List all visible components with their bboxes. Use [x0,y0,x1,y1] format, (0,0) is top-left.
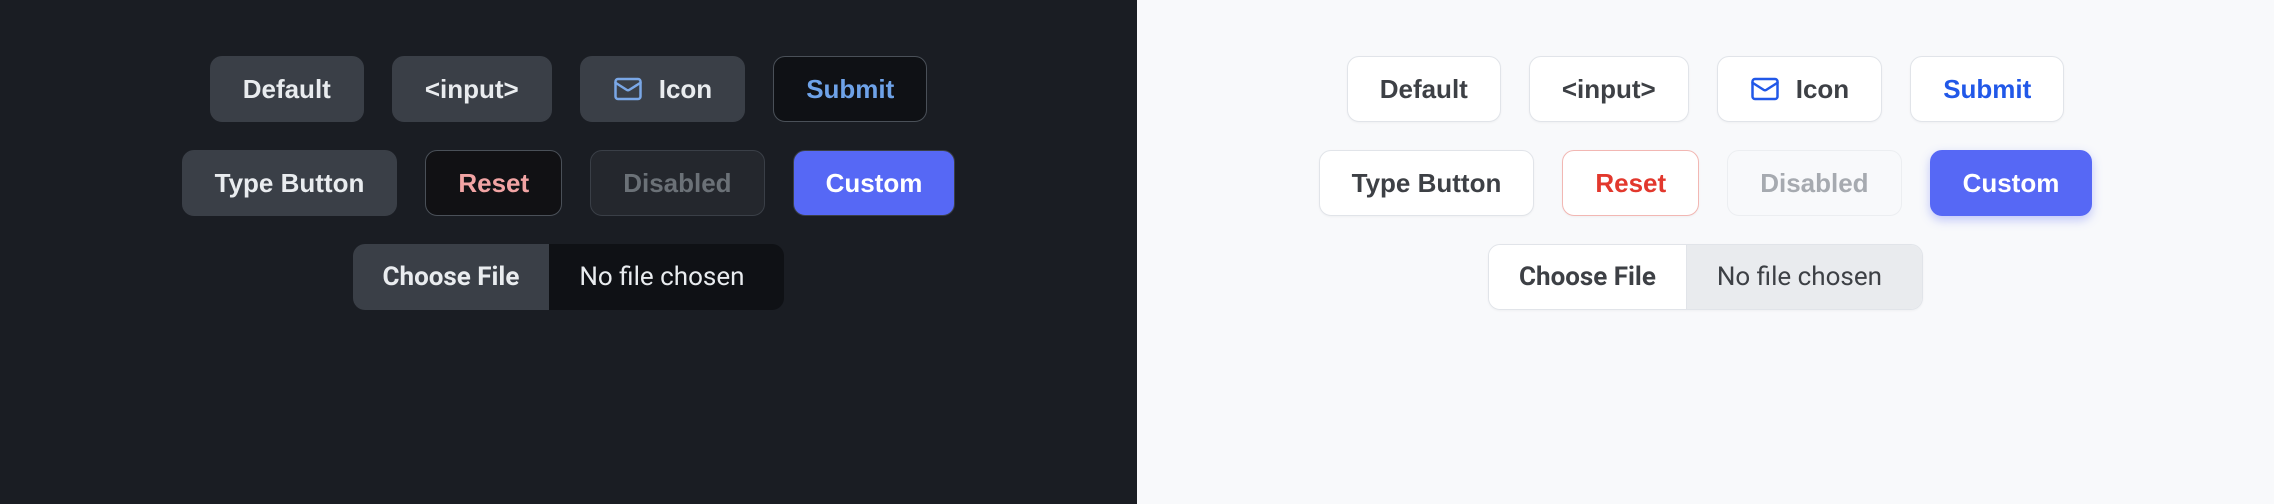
dark-theme-panel: Default <input> Icon Submit Type Button … [0,0,1137,504]
type-button[interactable]: Type Button [182,150,398,216]
default-button[interactable]: Default [210,56,364,122]
file-status-label: No file chosen [1687,245,1922,309]
icon-button[interactable]: Icon [580,56,745,122]
mail-icon [1750,74,1780,104]
input-button[interactable]: <input> [1529,56,1689,122]
file-status-label: No file chosen [549,244,784,310]
choose-file-button[interactable]: Choose File [1489,245,1687,309]
reset-button[interactable]: Reset [1562,150,1699,216]
file-row: Choose File No file chosen [1488,244,1923,310]
disabled-button: Disabled [590,150,764,216]
custom-button[interactable]: Custom [1930,150,2093,216]
button-row-1: Default <input> Icon Submit [1347,56,2065,122]
disabled-button: Disabled [1727,150,1901,216]
submit-button[interactable]: Submit [773,56,927,122]
button-row-2: Type Button Reset Disabled Custom [1319,150,2093,216]
light-theme-panel: Default <input> Icon Submit Type Button … [1137,0,2274,504]
file-input[interactable]: Choose File No file chosen [1488,244,1923,310]
icon-button[interactable]: Icon [1717,56,1882,122]
custom-button[interactable]: Custom [793,150,956,216]
choose-file-button[interactable]: Choose File [353,244,550,310]
submit-button[interactable]: Submit [1910,56,2064,122]
type-button[interactable]: Type Button [1319,150,1535,216]
file-row: Choose File No file chosen [353,244,785,310]
mail-icon [613,74,643,104]
button-row-2: Type Button Reset Disabled Custom [182,150,956,216]
icon-button-label: Icon [659,74,712,105]
file-input[interactable]: Choose File No file chosen [353,244,785,310]
reset-button[interactable]: Reset [425,150,562,216]
input-button[interactable]: <input> [392,56,552,122]
icon-button-label: Icon [1796,74,1849,105]
button-row-1: Default <input> Icon Submit [210,56,928,122]
default-button[interactable]: Default [1347,56,1501,122]
